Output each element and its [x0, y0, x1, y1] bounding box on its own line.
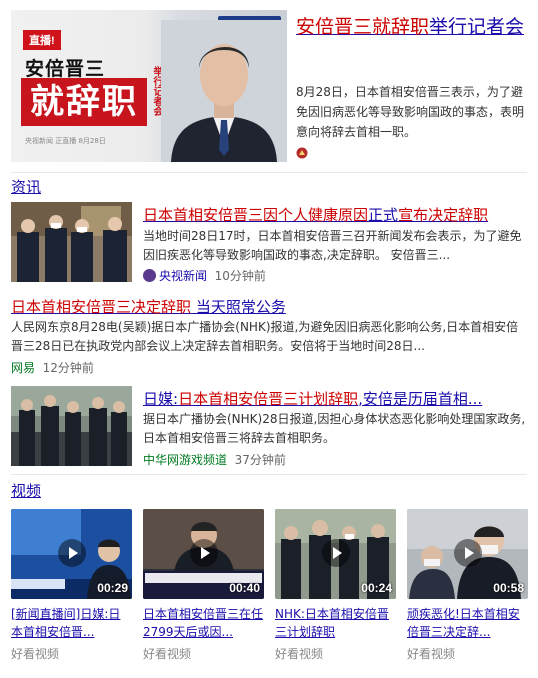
play-icon[interactable]: [190, 539, 218, 567]
video-thumbnail-2[interactable]: 00:40: [143, 509, 264, 599]
top-result-title[interactable]: 安倍晋三就辞职举行记者会: [296, 14, 532, 40]
video-title-3[interactable]: NHK:日本首相安倍晋三计划辞职: [275, 605, 396, 641]
top-thumbnail[interactable]: 直播! 安倍晋三 就辞职 举行记者会 央视新闻 正直播 8月28日 央视+正直播: [11, 10, 287, 162]
video-thumbnail-1[interactable]: 00:29: [11, 509, 132, 599]
video-source-2: 好看视频: [143, 647, 192, 661]
video-card-2[interactable]: 00:40 日本首相安倍晋三在任2799天后或因... 好看视频: [143, 509, 264, 662]
play-icon[interactable]: [58, 539, 86, 567]
news-photo-1: [11, 202, 132, 282]
video-duration: 00:58: [493, 581, 524, 595]
play-icon[interactable]: [322, 539, 350, 567]
news-desc-1: 当地时间28日17时，日本首相安倍晋三召开新闻发布会表示，为了避免因旧疾恶化等导…: [143, 229, 522, 262]
news-thumbnail-3[interactable]: [11, 386, 132, 466]
video-thumbnail-4[interactable]: 00:58: [407, 509, 528, 599]
video-card-3[interactable]: 00:24 NHK:日本首相安倍晋三计划辞职 好看视频: [275, 509, 396, 662]
video-duration: 00:29: [97, 581, 128, 595]
video-source-3: 好看视频: [275, 647, 324, 661]
thumbnail-source: 央视新闻 正直播 8月28日: [25, 137, 106, 145]
video-card-1[interactable]: 00:29 [新闻直播间]日媒:日本首相安倍晋... 好看视频: [11, 509, 132, 662]
divider: [11, 474, 527, 475]
thumbnail-name-text: 安倍晋三: [25, 58, 106, 80]
news-photo-3: [11, 386, 132, 466]
cctv-news-icon: [143, 269, 156, 282]
divider: [11, 172, 527, 173]
news-meta-1: 央视新闻 10分钟前: [143, 267, 266, 284]
news-title-1[interactable]: 日本首相安倍晋三因个人健康原因正式宣布决定辞职: [143, 204, 488, 225]
news-meta-3: 中华网游戏频道 37分钟前: [143, 453, 286, 467]
live-badge: 直播!: [23, 30, 61, 50]
top-result-description: 8月28日，日本首相安倍晋三表示，为了避免因旧病恶化等导致影响国政的事态，表明意…: [296, 85, 525, 139]
video-source-1: 好看视频: [11, 647, 60, 661]
news-desc-3: 据日本广播协会(NHK)28日报道,因担心身体状态恶化影响处理国家政务,日本首相…: [143, 412, 526, 445]
news-meta-2: 网易 12分钟前: [11, 361, 94, 375]
person-photo: [161, 20, 287, 162]
news-desc-2: 人民网东京8月28电(吴颖)据日本广播协会(NHK)报道,为避免因旧病恶化影响公…: [11, 320, 519, 353]
top-result-card[interactable]: 直播! 安倍晋三 就辞职 举行记者会 央视新闻 正直播 8月28日 央视+正直播…: [11, 10, 531, 166]
video-duration: 00:40: [229, 581, 260, 595]
news-title-2[interactable]: 日本首相安倍晋三决定辞职 当天照常公务: [11, 296, 286, 317]
source-logo-icon: [296, 147, 308, 159]
news-section-header[interactable]: 资讯: [11, 176, 41, 197]
video-card-4[interactable]: 00:58 顽疾恶化!日本首相安倍晋三决定辞... 好看视频: [407, 509, 528, 662]
video-title-1[interactable]: [新闻直播间]日媒:日本首相安倍晋...: [11, 605, 132, 641]
news-thumbnail-1[interactable]: [11, 202, 132, 282]
thumbnail-headline: 就辞职: [21, 78, 147, 126]
video-source-4: 好看视频: [407, 647, 456, 661]
video-section-header[interactable]: 视频: [11, 480, 41, 501]
video-title-4[interactable]: 顽疾恶化!日本首相安倍晋三决定辞...: [407, 605, 528, 641]
video-title-2[interactable]: 日本首相安倍晋三在任2799天后或因...: [143, 605, 264, 641]
video-thumbnail-3[interactable]: 00:24: [275, 509, 396, 599]
video-duration: 00:24: [361, 581, 392, 595]
play-icon[interactable]: [454, 539, 482, 567]
news-title-3[interactable]: 日媒:日本首相安倍晋三计划辞职,安倍是历届首相...: [143, 388, 482, 409]
